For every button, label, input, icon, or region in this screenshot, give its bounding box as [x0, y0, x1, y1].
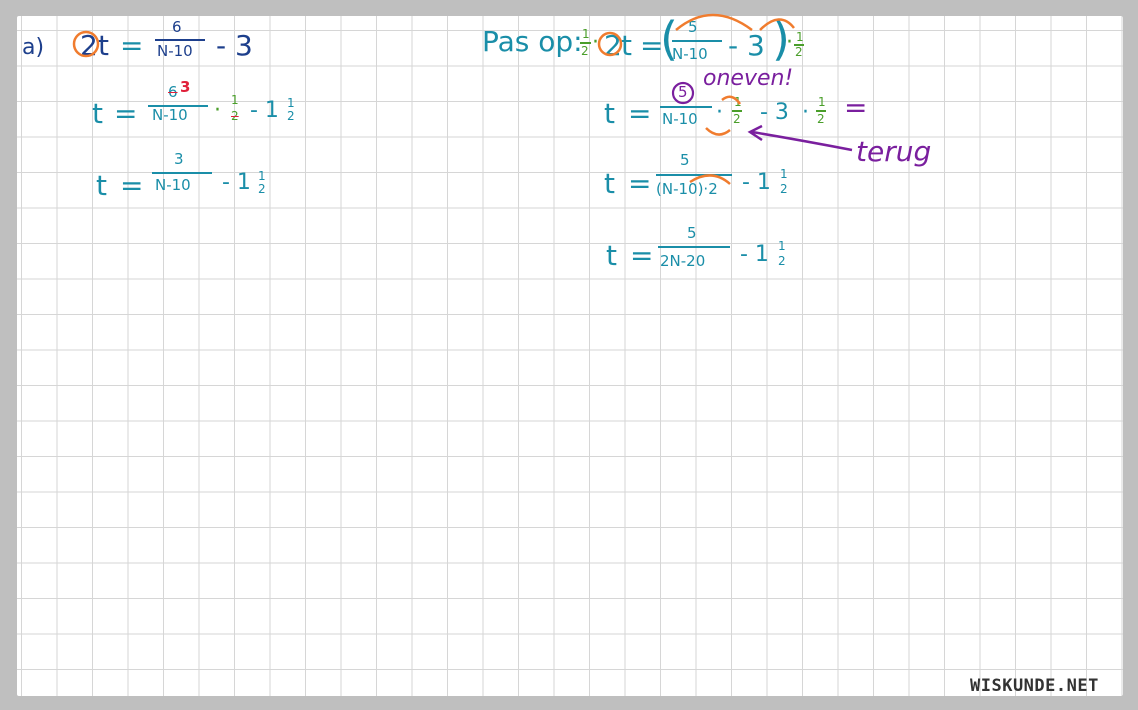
multiply-hook-2 [721, 95, 742, 105]
right-coef-circle [597, 31, 623, 57]
back-arrow-line [751, 130, 853, 152]
distribute-arc-1 [675, 13, 753, 32]
site-watermark: WISKUNDE.NET [970, 676, 1099, 696]
multiply-hook-1 [705, 127, 731, 136]
distribute-arc-2 [759, 18, 795, 31]
odd-circle [671, 81, 695, 105]
bracket-arc [689, 174, 731, 185]
annotation-marks [72, 13, 853, 185]
left-coef-circle [72, 30, 100, 58]
